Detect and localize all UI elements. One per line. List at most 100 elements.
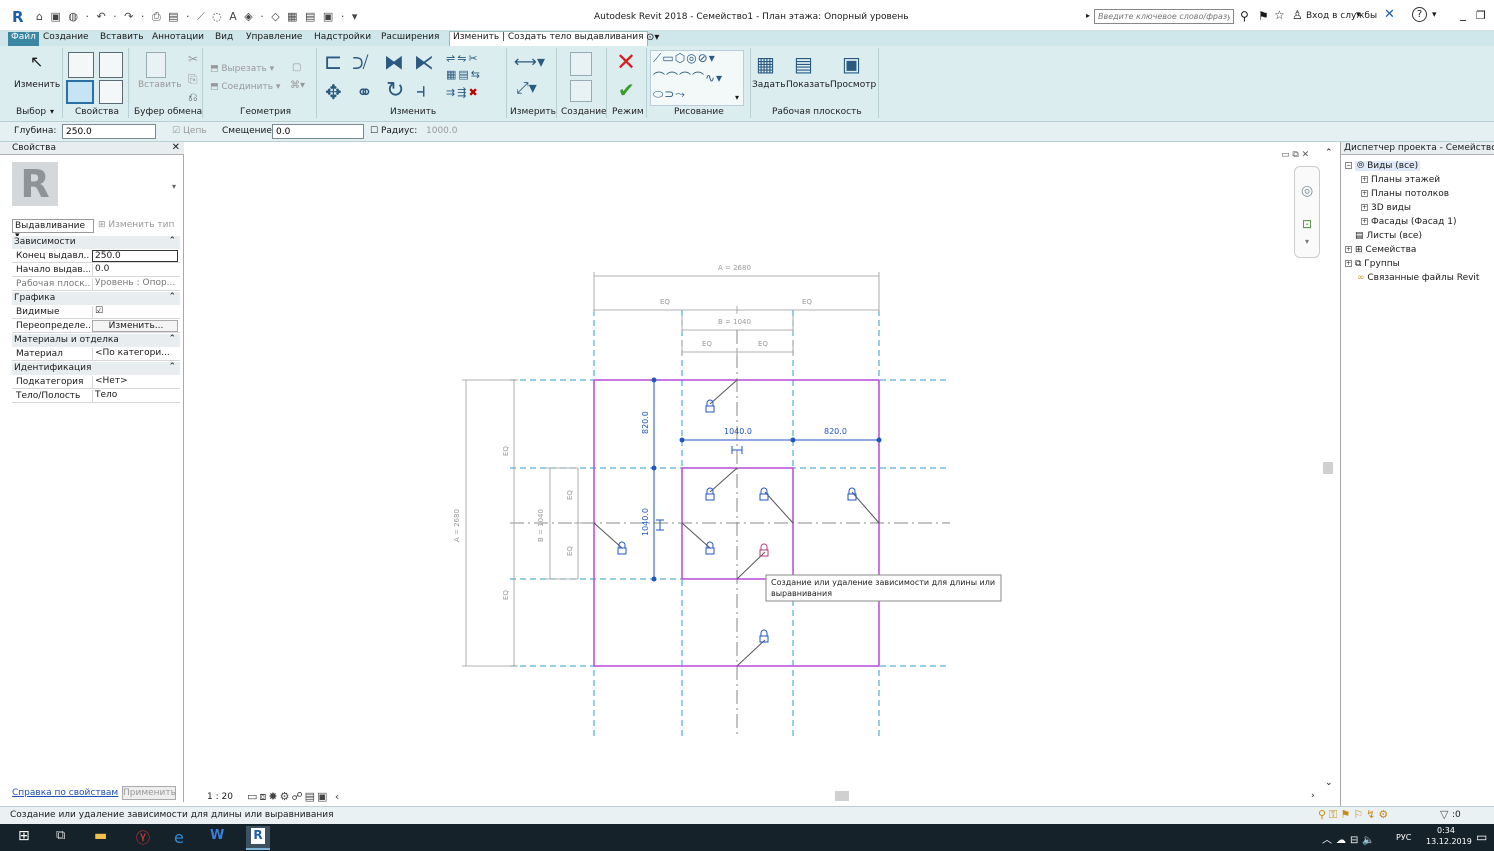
aligned-dimension-icon[interactable]: ⤢▾ <box>516 78 537 98</box>
type-selector-dropdown-icon[interactable]: ▾ <box>172 182 176 191</box>
dim-eq-label[interactable]: EQ <box>566 546 574 556</box>
prop-row-extrusion-end[interactable]: Конец выдавл... 250.0 <box>12 249 180 263</box>
prop-solid-void-value[interactable]: Тело <box>92 390 178 402</box>
delete-icon[interactable]: ⇉⇶✖ <box>446 86 480 99</box>
visible-checkbox[interactable]: ☑ <box>92 306 178 318</box>
array-icon[interactable]: ▦▤⇆ <box>446 68 482 81</box>
collapse-icon[interactable]: ⌃ <box>168 236 176 246</box>
tab-create[interactable]: Создание <box>43 32 89 42</box>
move-icon[interactable]: ✥ <box>325 80 342 104</box>
radius-value[interactable]: 1000.0 <box>426 126 458 136</box>
temp-dim-820-v[interactable]: 820.0 <box>641 411 650 434</box>
make-permanent-icon[interactable] <box>656 519 664 531</box>
family-category-icon[interactable] <box>99 80 123 104</box>
geometry-extra-icon[interactable]: ▢ <box>292 62 301 73</box>
family-types-icon[interactable] <box>99 52 123 78</box>
ribbon-options-icon[interactable]: ⊙▾ <box>646 32 659 43</box>
tree-groups[interactable]: + ⧉ Группы <box>1345 259 1400 269</box>
tab-addins[interactable]: Надстройки <box>314 32 371 42</box>
properties-icon[interactable] <box>66 80 94 104</box>
create-group-icon[interactable] <box>570 80 592 102</box>
dim-grip[interactable] <box>651 465 657 471</box>
cancel-edit-mode-icon[interactable]: ✕ <box>616 48 636 76</box>
tab-manage[interactable]: Управление <box>246 32 302 42</box>
scroll-down-icon[interactable]: ⌄ <box>1325 778 1333 788</box>
dim-eq-label[interactable]: EQ <box>758 340 768 348</box>
lock-icon[interactable] <box>847 487 857 501</box>
system-tray-icons[interactable]: ︿☁⊟🔈 <box>1322 831 1379 846</box>
horizontal-scrollbar-thumb[interactable] <box>835 791 849 801</box>
viewer-button[interactable]: Просмотр <box>830 80 876 90</box>
radius-checkbox[interactable]: ☐ Радиус: <box>370 126 417 136</box>
prop-subcategory-value[interactable]: <Нет> <box>92 376 178 388</box>
dim-eq-label[interactable]: EQ <box>702 340 712 348</box>
notifications-icon[interactable]: ▭ <box>1476 830 1487 844</box>
cut-icon[interactable]: ✂ <box>188 52 198 66</box>
copy-icon[interactable]: ⎘ <box>188 72 198 87</box>
show-workplane-button[interactable]: Показать <box>786 80 830 90</box>
tab-annotate[interactable]: Аннотации <box>152 32 204 42</box>
temp-dim-1040-v[interactable]: 1040.0 <box>641 508 650 536</box>
tree-3d-views[interactable]: +3D виды <box>1361 203 1411 213</box>
yandex-browser-icon[interactable]: Ⓨ <box>136 828 156 847</box>
dim-b-left-label[interactable]: B = 1040 <box>537 509 545 542</box>
help-icon[interactable]: ? <box>1412 7 1427 22</box>
collapse-icon[interactable]: ⌃ <box>168 362 176 372</box>
create-similar-icon[interactable] <box>570 52 592 76</box>
windows-start-icon[interactable]: ⊞ <box>18 828 38 847</box>
offset-input[interactable] <box>272 124 364 139</box>
lock-icon[interactable] <box>705 399 715 413</box>
dim-grip[interactable] <box>679 437 685 443</box>
geometry-extra2-icon[interactable]: ⌘▾ <box>290 80 305 91</box>
lock-icon[interactable] <box>617 541 627 555</box>
search-input[interactable] <box>1094 9 1234 24</box>
tree-families[interactable]: + ⊞ Семейства <box>1345 245 1416 255</box>
cut-geometry-button[interactable]: ⬒ Вырезать ▾ <box>210 64 274 74</box>
drawing-svg[interactable]: A = 2680 EQ EQ B = 1040 EQ EQ A = 2680 E… <box>185 142 1340 788</box>
dim-grip[interactable] <box>651 576 657 582</box>
revit-logo-icon[interactable]: R <box>12 8 26 26</box>
section-graphics[interactable]: Графика ⌃ <box>12 292 180 305</box>
tab-insert[interactable]: Вставить <box>100 32 144 42</box>
prop-row-subcategory[interactable]: Подкатегория <Нет> <box>12 375 180 389</box>
group-geometry[interactable]: Геометрия <box>240 107 291 117</box>
prop-row-solid-void[interactable]: Тело/Полость Тело <box>12 389 180 403</box>
show-workplane-icon[interactable]: ▤ <box>794 52 813 76</box>
collapse-icon[interactable]: ⌃ <box>168 292 176 302</box>
measure-distance-icon[interactable]: ⟷▾ <box>514 52 545 71</box>
restore-icon[interactable]: ❐ <box>1476 9 1486 22</box>
expand-icon[interactable]: + <box>1345 246 1352 253</box>
steering-wheel-icon[interactable]: ◎ <box>1301 183 1313 199</box>
vertical-scrollbar-thumb[interactable] <box>1323 462 1333 474</box>
dim-eq-label[interactable]: EQ <box>502 446 510 456</box>
favorites-star-icon[interactable]: ☆ <box>1274 8 1285 22</box>
prop-extrusion-end-input[interactable]: 250.0 <box>92 250 178 262</box>
viewer-icon[interactable]: ▣ <box>842 52 861 76</box>
edge-browser-icon[interactable]: e <box>174 828 194 847</box>
task-view-icon[interactable]: ⧉ <box>56 828 76 847</box>
quick-access-toolbar[interactable]: ⌂ ▣ ◍ · ↶ · ↷ · ⎙ ▤ · ⟋ ◌ A ◈ · ◇ ▦ ▤ ▣ … <box>36 10 359 24</box>
search-arrow-icon[interactable]: ▸ <box>1086 11 1090 20</box>
prop-row-extrusion-start[interactable]: Начало выдав... 0.0 <box>12 263 180 277</box>
file-explorer-icon[interactable]: ▬ <box>94 828 114 847</box>
help-dropdown-icon[interactable]: ▾ <box>1432 10 1437 20</box>
expand-icon[interactable]: + <box>1361 218 1368 225</box>
group-measure[interactable]: Измерить <box>510 107 556 117</box>
select-cursor-icon[interactable]: ↖ <box>30 52 43 71</box>
draw-arc-icon[interactable]: ⌒⌒⌒⌒∿▾ <box>653 69 723 86</box>
section-materials[interactable]: Материалы и отделка ⌃ <box>12 334 180 347</box>
copy-element-icon[interactable]: ⚭ <box>356 80 373 104</box>
exchange-apps-icon[interactable]: ✕ <box>1384 7 1395 22</box>
properties-help-link[interactable]: Справка по свойствам <box>12 788 118 798</box>
apply-button[interactable]: Применить <box>122 786 176 800</box>
view-control-icons[interactable]: ▭⧈✸⚙☍▤▣ ‹ <box>247 790 341 804</box>
dim-a-top-label[interactable]: A = 2680 <box>718 264 751 272</box>
set-workplane-button[interactable]: Задать <box>752 80 786 90</box>
lock-icon[interactable] <box>759 629 769 643</box>
tree-ceiling-plans[interactable]: + Планы потолков <box>1361 189 1449 199</box>
select-dropdown-icon[interactable]: ▾ <box>50 107 54 116</box>
finish-edit-mode-icon[interactable]: ✔ <box>618 78 635 102</box>
zoom-dropdown-icon[interactable]: ▾ <box>1305 237 1309 246</box>
word-icon[interactable]: W <box>210 828 230 847</box>
lock-icon[interactable] <box>705 541 715 555</box>
